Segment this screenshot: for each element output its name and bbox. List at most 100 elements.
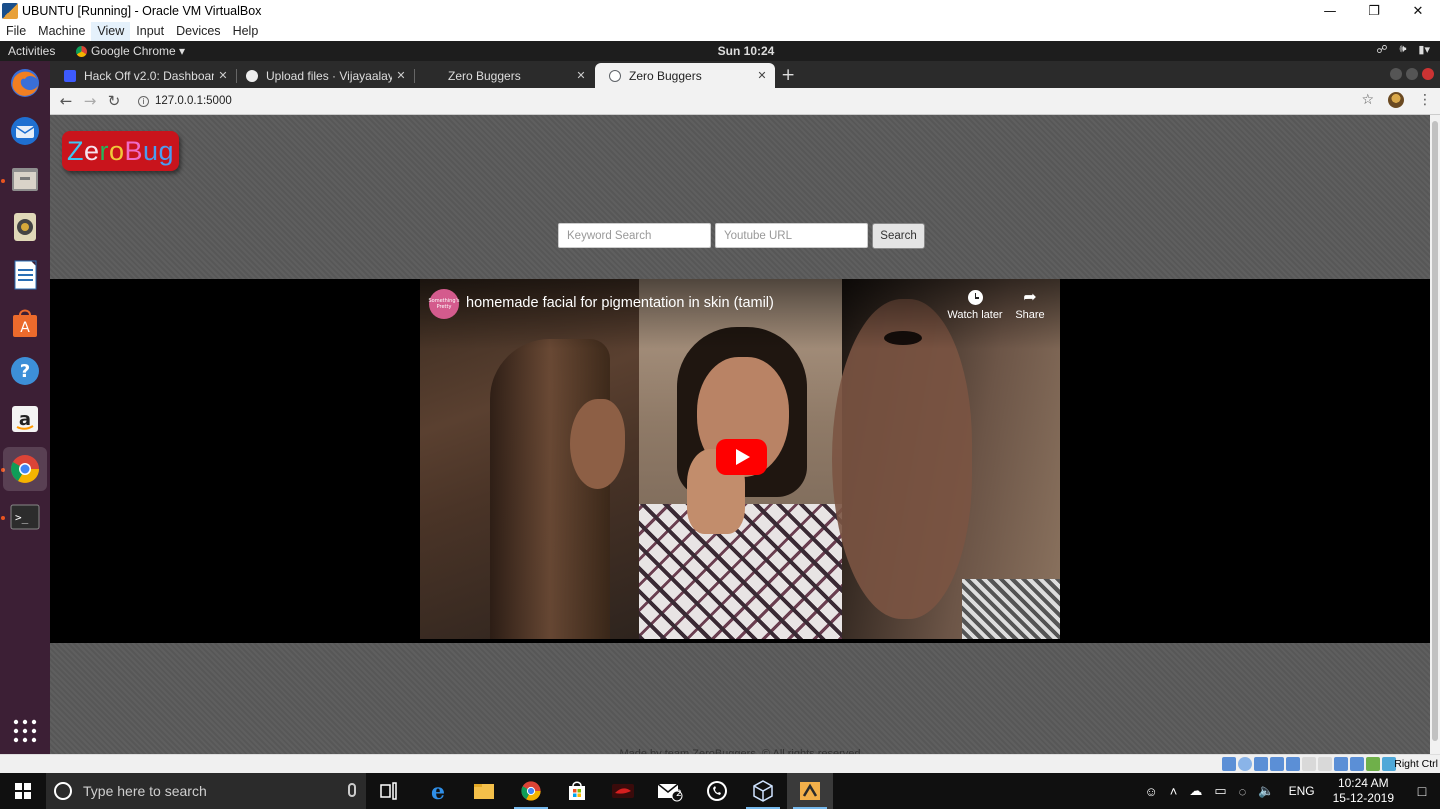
virtualbox-taskbar-icon[interactable]	[740, 773, 786, 809]
zerobug-logo: Ze r o Bug	[62, 131, 179, 171]
back-icon[interactable]: ←	[54, 92, 78, 110]
tab-label: Zero Buggers	[448, 68, 521, 83]
tab-zero-buggers-active[interactable]: Zero Buggers ✕	[595, 63, 775, 88]
help-icon[interactable]: ?	[7, 353, 43, 389]
taskbar-search-box[interactable]: Type here to search	[46, 773, 366, 809]
video-title[interactable]: homemade facial for pigmentation in skin…	[466, 295, 774, 311]
volume-icon[interactable]: 🔈	[1258, 783, 1274, 799]
vm-device-icons	[1222, 757, 1396, 771]
menu-input[interactable]: Input	[130, 22, 170, 41]
edge-icon[interactable]: e	[415, 773, 461, 809]
mouse-integration-icon[interactable]	[1366, 757, 1380, 771]
channel-avatar[interactable]: Something's Pretty	[428, 289, 460, 319]
action-center-icon[interactable]: □	[1404, 783, 1440, 799]
show-hidden-icons[interactable]: ˄	[1170, 784, 1178, 799]
page-scrollbar[interactable]	[1430, 115, 1440, 754]
wifi-icon[interactable]: ◌	[1239, 784, 1247, 799]
tab-close-icon[interactable]: ✕	[753, 69, 771, 82]
task-view-icon[interactable]	[367, 773, 413, 809]
file-explorer-icon[interactable]	[461, 773, 507, 809]
close-icon[interactable]: ✕	[1396, 0, 1440, 22]
chrome-toolbar: ← → ↻ i 127.0.0.1:5000 ☆ ⋮	[50, 88, 1440, 115]
keyword-search-input[interactable]	[558, 223, 711, 248]
youtube-url-input[interactable]	[715, 223, 868, 248]
language-indicator[interactable]: ENG	[1289, 784, 1315, 798]
chrome-window-controls	[1390, 68, 1434, 80]
tab-close-icon[interactable]: ✕	[392, 69, 410, 82]
forward-icon[interactable]: →	[78, 92, 102, 110]
tab-upload-files[interactable]: Upload files · Vijayaalayan ✕	[232, 63, 414, 88]
bookmark-star-icon[interactable]: ☆	[1361, 92, 1374, 108]
menu-view[interactable]: View	[91, 22, 131, 41]
host-key-label: Right Ctrl	[1394, 758, 1438, 770]
video-section: Something's Pretty homemade facial for p…	[50, 279, 1430, 643]
menu-devices[interactable]: Devices	[170, 22, 226, 41]
usb-icon[interactable]	[1286, 757, 1300, 771]
tab-zero-buggers-1[interactable]: Zero Buggers ✕	[416, 63, 594, 88]
start-button[interactable]	[0, 773, 46, 809]
minimize-icon[interactable]	[1390, 68, 1402, 80]
watch-later-button[interactable]: Watch later	[945, 287, 1005, 321]
chrome-dock-icon[interactable]	[3, 447, 47, 491]
system-menu[interactable]: ☍ 🕪 ▮▾	[1376, 43, 1430, 56]
mail-icon[interactable]: 2	[647, 773, 693, 809]
maximize-icon[interactable]	[1406, 68, 1418, 80]
github-icon	[246, 69, 258, 82]
menu-machine[interactable]: Machine	[32, 22, 91, 41]
onedrive-icon[interactable]: ☁	[1189, 783, 1202, 799]
info-icon[interactable]: i	[138, 95, 149, 107]
firefox-icon[interactable]	[7, 65, 43, 101]
network-adapter-icon[interactable]	[1270, 757, 1284, 771]
cpu-icon[interactable]	[1350, 757, 1364, 771]
display-icon[interactable]	[1318, 757, 1332, 771]
writer-icon[interactable]	[7, 257, 43, 293]
menu-file[interactable]: File	[0, 22, 32, 41]
store-icon[interactable]	[554, 773, 600, 809]
game-app-icon[interactable]	[600, 773, 646, 809]
rhythmbox-icon[interactable]	[7, 209, 43, 245]
youtube-embed-player[interactable]: Something's Pretty homemade facial for p…	[420, 279, 1060, 639]
tab-close-icon[interactable]: ✕	[214, 69, 232, 82]
battery-icon[interactable]: ▭	[1214, 783, 1226, 799]
show-apps-icon[interactable]	[7, 713, 43, 749]
menu-help[interactable]: Help	[227, 22, 265, 41]
restore-icon[interactable]: ❐	[1352, 0, 1396, 22]
scrollbar-thumb[interactable]	[1432, 121, 1438, 741]
profile-avatar[interactable]	[1388, 92, 1404, 108]
minimize-icon[interactable]: —	[1308, 0, 1352, 22]
hdd-icon[interactable]	[1222, 757, 1236, 771]
terminal-icon[interactable]: >_	[7, 499, 43, 535]
chrome-menu-icon[interactable]: ⋮	[1418, 92, 1432, 108]
chrome-taskbar-icon[interactable]	[508, 773, 554, 809]
share-button[interactable]: ➦ Share	[1000, 287, 1060, 321]
ubuntu-clock[interactable]: Sun 10:24	[0, 44, 1440, 58]
globe-icon	[609, 69, 621, 82]
people-icon[interactable]: ☺	[1145, 784, 1158, 799]
tab-hackoff[interactable]: Hack Off v2.0: Dashboard ✕	[50, 63, 236, 88]
system-tray: ☺ ˄ ☁ ▭ ◌ 🔈 ENG 10:24 AM 15-12-2019 □	[1139, 773, 1440, 809]
sublime-taskbar-icon[interactable]	[787, 773, 833, 809]
play-button-icon[interactable]	[716, 439, 767, 475]
software-center-icon[interactable]: A	[7, 305, 43, 341]
tab-label: Upload files · Vijayaalayan	[266, 68, 392, 83]
files-icon[interactable]	[7, 161, 43, 197]
amazon-icon[interactable]: a	[7, 401, 43, 437]
new-tab-icon[interactable]: +	[781, 65, 795, 85]
video-capture-icon[interactable]	[1334, 757, 1348, 771]
network-icon: ☍	[1376, 44, 1388, 56]
whatsapp-icon[interactable]	[694, 773, 740, 809]
search-button[interactable]: Search	[872, 223, 925, 249]
tab-close-icon[interactable]: ✕	[572, 69, 590, 82]
thunderbird-icon[interactable]	[7, 113, 43, 149]
audio-icon[interactable]	[1254, 757, 1268, 771]
microphone-icon[interactable]	[348, 783, 356, 797]
optical-drive-icon[interactable]	[1238, 757, 1252, 771]
tab-label: Hack Off v2.0: Dashboard	[84, 68, 214, 83]
address-bar[interactable]: i 127.0.0.1:5000	[138, 95, 232, 107]
reload-icon[interactable]: ↻	[102, 92, 126, 110]
shared-folder-icon[interactable]	[1302, 757, 1316, 771]
taskbar-clock[interactable]: 10:24 AM 15-12-2019	[1333, 776, 1394, 806]
close-icon[interactable]	[1422, 68, 1434, 80]
page-viewport: ZeroBug Search Something's Pretty homema…	[50, 115, 1430, 754]
toolbar-right: ☆ ⋮	[1361, 92, 1432, 108]
